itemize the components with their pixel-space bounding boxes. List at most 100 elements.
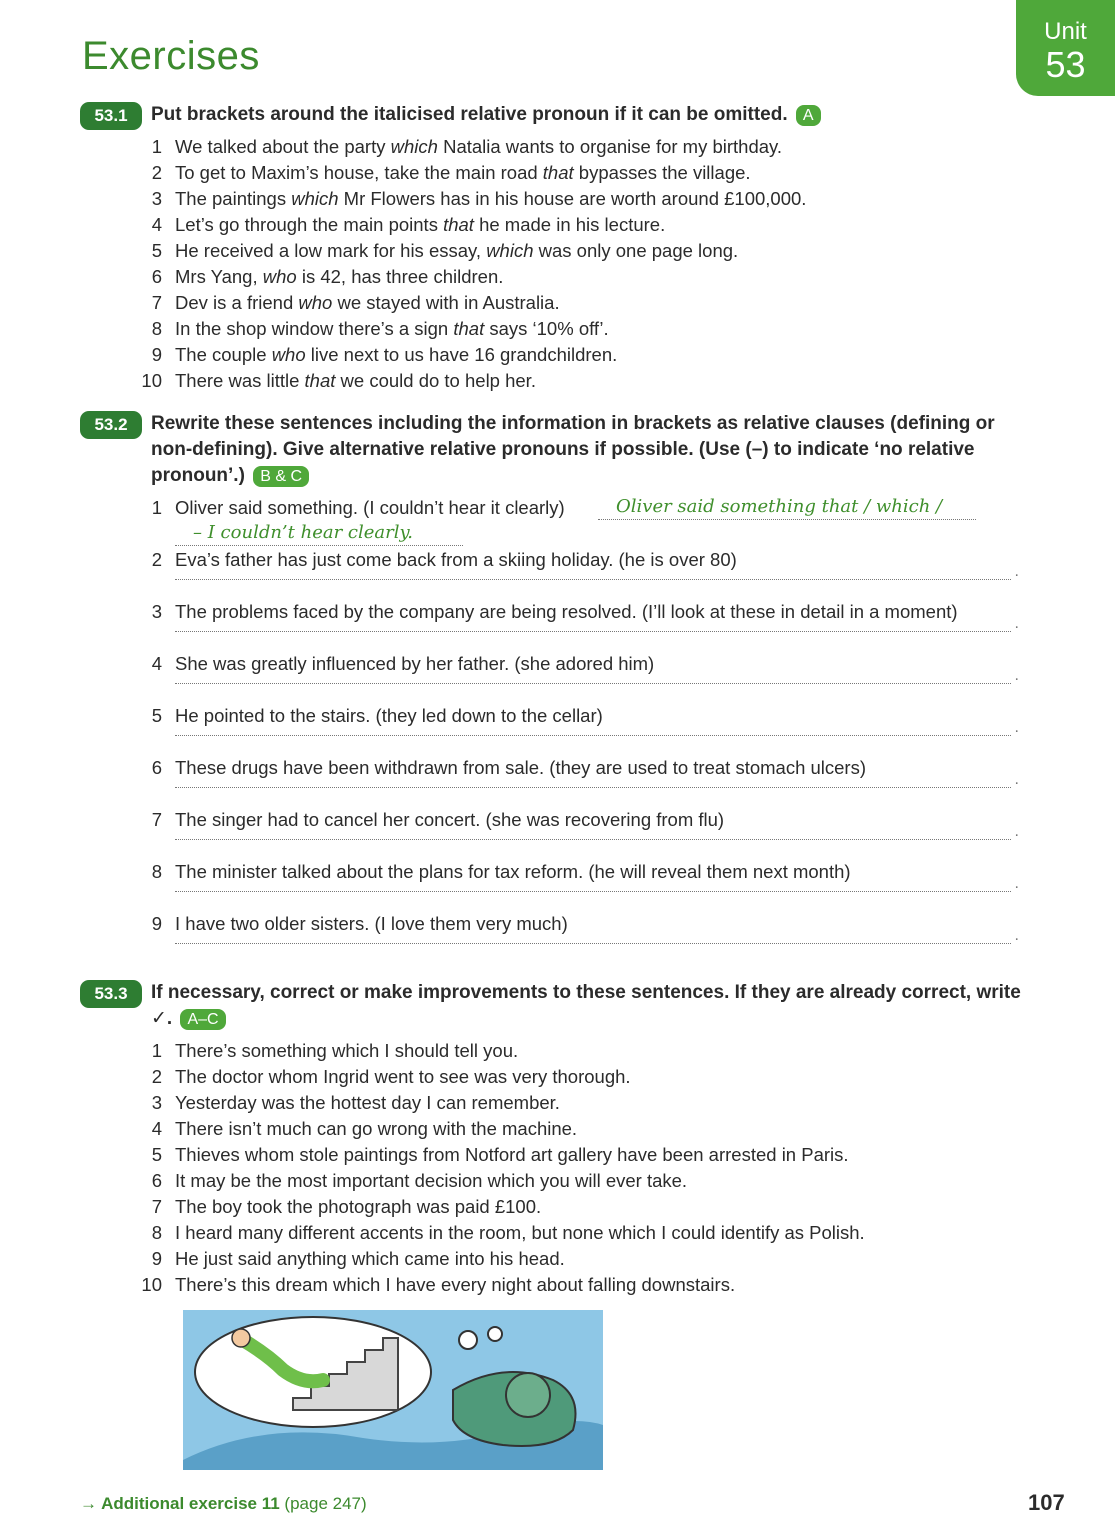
item-text: Eva’s father has just come back from a s… <box>175 549 737 570</box>
answer-line[interactable] <box>175 875 1019 893</box>
item-number: 1 <box>151 136 162 157</box>
rewrite-item: 4 She was greatly influenced by her fathe… <box>135 651 1019 703</box>
exercise-item: 3 The paintings which Mr Flowers has in h… <box>135 186 1015 212</box>
item-text-before: Mrs Yang, <box>175 266 263 287</box>
exercise-item: 8 In the shop window there’s a sign that … <box>135 316 1015 342</box>
answer-line[interactable] <box>175 667 1019 685</box>
item-text: Mrs Yang, who is 42, has three children. <box>175 264 503 290</box>
item-text-after: Mr Flowers has in his house are worth ar… <box>338 188 807 209</box>
item-text-after: we could do to help her. <box>335 370 536 391</box>
section-ref-badge: A <box>795 105 821 126</box>
item-text: Let’s go through the main points that he… <box>175 212 665 238</box>
item-text: I have two older sisters. (I love them v… <box>175 913 568 934</box>
item-text-after: he made in his lecture. <box>473 214 666 235</box>
item-number: 7 <box>151 292 162 313</box>
item-text: Thieves whom stole paintings from Notfor… <box>175 1144 849 1165</box>
example-answer-line-1: Oliver said something that / which / <box>598 495 976 520</box>
item-number: 3 <box>151 601 162 622</box>
item-text-after: says ‘10% off’. <box>484 318 609 339</box>
item-number: 2 <box>151 549 162 570</box>
section-ref-badge: A–C <box>180 1009 226 1030</box>
dream-illustration <box>183 1310 603 1470</box>
exercise-item: 10 There was little that we could do to h… <box>135 368 1015 394</box>
item-number: 8 <box>151 1222 162 1243</box>
item-number: 9 <box>151 913 162 934</box>
item-text-before: We talked about the party <box>175 136 391 157</box>
item-text: He just said anything which came into hi… <box>175 1248 565 1269</box>
exercise-item: 1 We talked about the party which Natalia… <box>135 134 1015 160</box>
item-text: There isn’t much can go wrong with the m… <box>175 1118 578 1139</box>
exercise-item: 9 The couple who live next to us have 16 … <box>135 342 1015 368</box>
item-number: 2 <box>151 1066 162 1087</box>
item-text-before: The couple <box>175 344 272 365</box>
item-text-after: is 42, has three children. <box>296 266 504 287</box>
item-number: 4 <box>151 214 162 235</box>
page-title: Exercises <box>82 34 260 78</box>
item-text: Yesterday was the hottest day I can reme… <box>175 1092 560 1113</box>
item-text: The problems faced by the company are be… <box>175 601 958 622</box>
relative-pronoun: that <box>304 370 336 391</box>
item-text-before: He received a low mark for his essay, <box>175 240 487 261</box>
item-number: 2 <box>151 162 162 183</box>
item-text: The couple who live next to us have 16 g… <box>175 342 617 368</box>
exercise-item: 3 Yesterday was the hottest day I can rem… <box>135 1090 1015 1116</box>
item-text-before: In the shop window there’s a sign <box>175 318 454 339</box>
item-number: 5 <box>151 705 162 726</box>
answer-line[interactable] <box>175 719 1019 737</box>
exercise-instruction-53-1: Put brackets around the italicised relat… <box>151 102 1021 128</box>
item-text: In the shop window there’s a sign that s… <box>175 316 609 342</box>
exercise-item: 6 It may be the most important decision w… <box>135 1168 1015 1194</box>
item-number: 3 <box>151 188 162 209</box>
section-ref-badge: B & C <box>253 466 309 487</box>
item-text-after: bypasses the village. <box>573 162 751 183</box>
additional-exercise-link[interactable]: → Additional exercise 11 (page 247) <box>80 1494 367 1514</box>
item-number: 5 <box>151 1144 162 1165</box>
answer-line[interactable] <box>175 927 1019 945</box>
instruction-text: If necessary, correct or make improvemen… <box>151 982 1021 1029</box>
answer-line[interactable] <box>175 823 1019 841</box>
item-text-after: was only one page long. <box>533 240 739 261</box>
exercise-items-53-1: 1 We talked about the party which Natalia… <box>135 134 1015 394</box>
item-text: The minister talked about the plans for … <box>175 861 851 882</box>
item-text: We talked about the party which Natalia … <box>175 134 782 160</box>
unit-tab: Unit 53 <box>1016 0 1115 96</box>
item-number: 10 <box>141 370 162 391</box>
link-text: → Additional exercise 11 <box>80 1494 280 1513</box>
item-number: 7 <box>151 1196 162 1217</box>
relative-pronoun: who <box>262 266 297 287</box>
item-text-after: live next to us have 16 grandchildren. <box>305 344 618 365</box>
item-text: There’s this dream which I have every ni… <box>175 1274 736 1295</box>
exercise-instruction-53-3: If necessary, correct or make improvemen… <box>151 980 1021 1032</box>
answer-line[interactable] <box>175 771 1019 789</box>
rewrite-item: 2 Eva’s father has just come back from a … <box>135 547 1019 599</box>
item-text: The doctor whom Ingrid went to see was v… <box>175 1066 631 1087</box>
exercise-items-53-2: 1 Oliver said something. (I couldn’t hea… <box>135 495 1019 963</box>
rewrite-item: 5 He pointed to the stairs. (they led dow… <box>135 703 1019 755</box>
item-text: The boy took the photograph was paid £10… <box>175 1196 542 1217</box>
answer-line[interactable] <box>175 563 1019 581</box>
item-text: The singer had to cancel her concert. (s… <box>175 809 725 830</box>
exercise-item: 2 To get to Maxim’s house, take the main … <box>135 160 1015 186</box>
answer-line[interactable] <box>175 615 1019 633</box>
item-text-after: we stayed with in Australia. <box>332 292 560 313</box>
instruction-text: Put brackets around the italicised relat… <box>151 104 788 125</box>
exercise-item: 6 Mrs Yang, who is 42, has three children… <box>135 264 1015 290</box>
relative-pronoun: which <box>390 136 438 157</box>
relative-pronoun: which <box>486 240 534 261</box>
example-item: 1 Oliver said something. (I couldn’t hea… <box>135 495 1015 547</box>
rewrite-item: 9 I have two older sisters. (I love them … <box>135 911 1019 963</box>
item-number: 6 <box>151 1170 162 1191</box>
item-number: 6 <box>151 757 162 778</box>
item-text: There was little that we could do to hel… <box>175 368 536 394</box>
item-text: Oliver said something. (I couldn’t hear … <box>175 497 565 518</box>
exercise-instruction-53-2: Rewrite these sentences including the in… <box>151 411 1021 489</box>
link-page: (page 247) <box>284 1494 367 1513</box>
exercise-item: 2 The doctor whom Ingrid went to see was … <box>135 1064 1015 1090</box>
exercise-item: 10 There’s this dream which I have every … <box>135 1272 1015 1298</box>
rewrite-item: 7 The singer had to cancel her concert. (… <box>135 807 1019 859</box>
item-number: 4 <box>151 653 162 674</box>
item-number: 8 <box>151 318 162 339</box>
exercise-badge-53-1: 53.1 <box>80 102 142 130</box>
item-text: The paintings which Mr Flowers has in hi… <box>175 186 806 212</box>
exercise-item: 4 Let’s go through the main points that h… <box>135 212 1015 238</box>
